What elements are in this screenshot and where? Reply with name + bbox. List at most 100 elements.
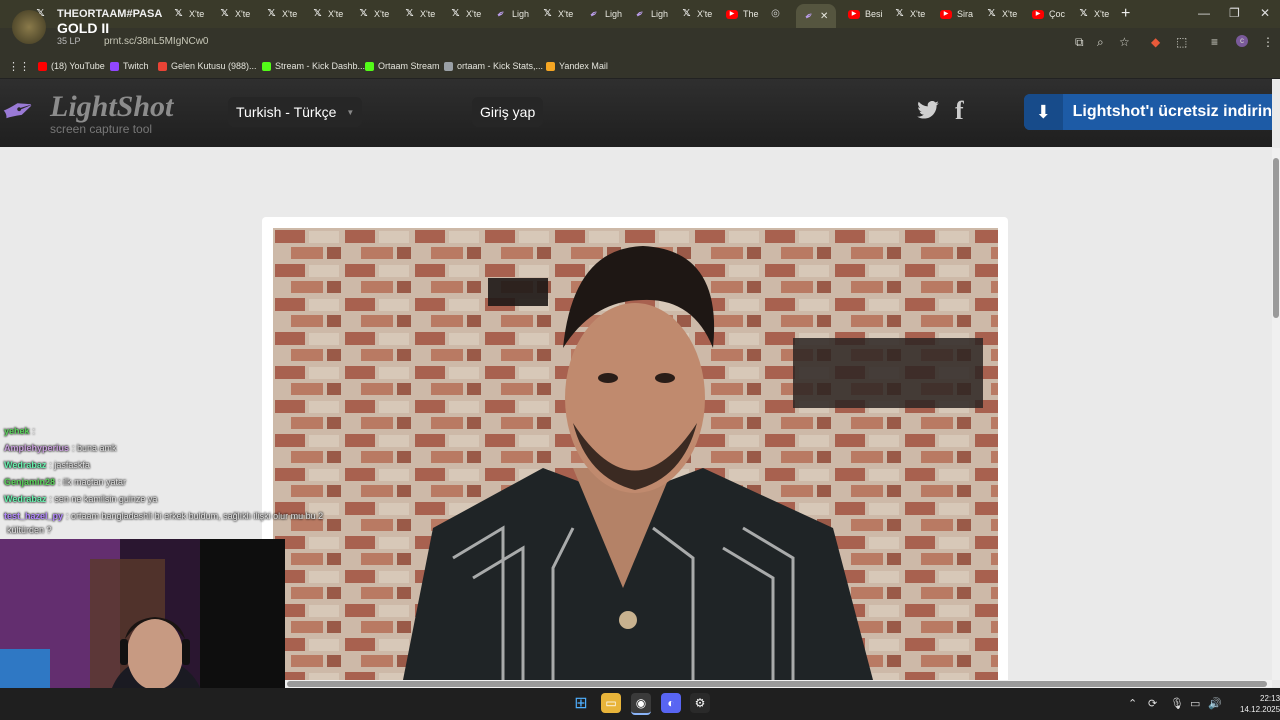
x-icon: 𝕏 [313,8,322,19]
x-icon: 𝕏 [220,8,229,19]
download-button[interactable]: ⬇ Lightshot'ı ücretsiz indirin [1024,94,1272,130]
rank-emblem-icon [12,10,46,44]
chat-text: : ilk maçtan yatar [58,477,127,487]
browser-tab[interactable]: 𝕏 X'te [219,4,250,24]
tab-label: Ligh [605,9,623,19]
browser-tab[interactable]: ▶ Çoc [1032,4,1065,24]
x-icon: 𝕏 [1079,8,1088,19]
youtube-icon: ▶ [726,9,738,19]
volume-icon[interactable]: 🔊 [1208,697,1222,710]
feather-icon: ✒ [494,6,508,21]
tab-label: Sira [957,9,974,19]
tray-chevron-up-icon[interactable]: ⌃ [1128,697,1137,710]
extension-icon[interactable]: ◆ [1151,35,1160,49]
bookmark-item[interactable]: Stream - Kick Dashb... [262,61,365,71]
url-field[interactable]: prnt.sc/38nL5MIgNCw0 [104,36,209,47]
browser-tab[interactable]: 𝕏 X'te [358,4,389,24]
system-clock[interactable]: 22:13 14.12.2025 [1240,693,1280,715]
zoom-icon[interactable]: ⌕ [1097,35,1104,50]
browser-tab[interactable]: 𝕏 X'te [542,4,573,24]
chat-username: test_hazel_py [4,511,64,521]
browser-tab[interactable]: 𝕏 X'te [404,4,435,24]
close-icon[interactable]: ✕ [820,11,828,22]
bookmark-favicon-icon [38,61,47,71]
globe-icon: ◎ [771,8,780,19]
file-explorer-icon[interactable]: ▭ [601,693,621,713]
reading-list-icon[interactable]: ≡ [1211,35,1218,49]
bookmark-item[interactable]: ortaam - Kick Stats,... [444,61,543,71]
bookmark-label: (18) YouTube [51,61,105,71]
x-icon: 𝕏 [451,8,460,19]
chat-message: Wedrabaz: jasfaskfa [4,460,90,470]
language-select[interactable]: Turkish - Türkçe ▼ [228,97,363,127]
chat-text: : jasfaskfa [49,460,90,470]
active-tab[interactable]: ✒ ✕ [796,4,837,28]
extensions-puzzle-icon[interactable]: ⬚ [1176,35,1187,49]
bookmark-favicon-icon [158,61,167,71]
new-tab-button[interactable]: + [1121,5,1130,23]
menu-icon[interactable]: ⋮ [1262,35,1274,49]
tab-label: X'te [558,9,574,19]
browser-tab[interactable]: 𝕏 X'te [986,4,1017,24]
bookmark-favicon-icon [262,61,271,71]
cast-icon[interactable]: ⧉ [1075,35,1084,50]
site-logo[interactable]: LightShot [50,90,173,124]
chat-text: : buna amk [72,443,117,453]
window-close-icon[interactable]: ✕ [1260,6,1270,20]
youtube-icon: ▶ [848,9,860,19]
twitter-icon[interactable] [917,99,939,125]
chat-message: kültürden ? [4,525,52,535]
browser-tab[interactable]: 𝕏 X'te [894,4,925,24]
bookmark-item[interactable]: (18) YouTube [38,61,105,71]
horizontal-scroll-thumb[interactable] [287,681,1267,687]
chat-message: yehek: [4,426,35,436]
tab-pinned[interactable]: ◎ [770,4,781,24]
browser-tab[interactable]: ✒ Ligh [494,4,529,24]
minimize-icon[interactable]: — [1198,6,1210,20]
tab-label: Ligh [651,9,669,19]
bookmark-label: Yandex Mail [559,61,608,71]
browser-tab[interactable]: ✒ Ligh [633,4,669,24]
login-button[interactable]: Giriş yap [472,97,544,127]
sync-icon[interactable]: ⟳ [1148,697,1157,710]
discord-icon[interactable]: ◐ [661,693,681,713]
bookmark-star-icon[interactable]: ☆ [1119,35,1130,49]
browser-tab[interactable]: ▶ The [726,4,759,24]
browser-tab[interactable]: 𝕏 X'te [312,4,343,24]
vertical-scroll-thumb[interactable] [1273,158,1279,318]
bookmark-item[interactable]: Gelen Kutusu (988)... [158,61,257,71]
restore-icon[interactable]: ❐ [1229,6,1240,20]
tab-label: X'te [910,9,926,19]
browser-tab[interactable]: 𝕏 X'te [266,4,297,24]
bookmark-item[interactable]: Twitch [110,61,149,71]
browser-tab[interactable]: ▶ Sira [940,4,973,24]
chat-username: Wedrabaz [4,494,47,504]
bookmark-favicon-icon [110,61,119,71]
x-icon: 𝕏 [682,8,691,19]
chrome-icon[interactable]: ◉ [631,693,651,715]
profile-avatar[interactable]: c [1236,35,1248,47]
screenshot-image[interactable] [273,228,998,680]
chat-text: kültürden ? [7,525,52,535]
feather-icon: ✒ [633,6,647,21]
browser-tab[interactable]: ▶ Besi [848,4,883,24]
tab-label: Çoc [1049,9,1066,19]
x-icon: 𝕏 [987,8,996,19]
browser-tab[interactable]: 𝕏 X'te [173,4,204,24]
browser-tab[interactable]: ✒ Ligh [588,4,623,24]
chat-text: : ortaam bangladeshli bi erkek buldum, s… [66,511,324,521]
tab-label: The [743,9,759,19]
facebook-icon[interactable]: f [955,96,964,126]
tab-label: X'te [466,9,482,19]
bookmark-item[interactable]: Ortaam Stream [365,61,440,71]
browser-tab[interactable]: 𝕏 X'te [1078,4,1109,24]
microphone-icon[interactable]: 🎙 [1170,697,1184,710]
network-icon[interactable]: ▭ [1190,697,1200,710]
bookmark-item[interactable]: Yandex Mail [546,61,608,71]
apps-grid-icon[interactable]: ⋮⋮ [8,60,30,73]
language-label: Turkish - Türkçe [236,104,337,120]
windows-start-icon[interactable]: ⊞ [571,693,591,713]
browser-tab[interactable]: 𝕏 X'te [681,4,712,24]
app-icon[interactable]: ⚙ [690,693,710,713]
browser-tab[interactable]: 𝕏 X'te [450,4,481,24]
